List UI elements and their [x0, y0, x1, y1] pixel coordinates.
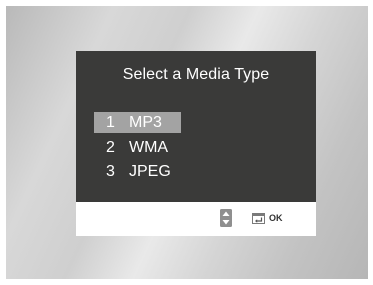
menu-item-label: MP3: [129, 114, 162, 131]
menu-item-label: WMA: [129, 139, 169, 156]
menu-item-number: 1: [106, 114, 115, 131]
tv-screen: Select a Media Type 1 MP3 2 WMA 3 JPEG O…: [6, 6, 368, 279]
menu-item-number: 3: [106, 163, 115, 180]
menu-item-label: JPEG: [129, 163, 171, 180]
menu-item-mp3[interactable]: 1 MP3: [94, 112, 181, 133]
menu-item-number: 2: [106, 139, 115, 156]
dialog-footer: OK: [76, 202, 316, 236]
media-type-dialog: Select a Media Type 1 MP3 2 WMA 3 JPEG O…: [76, 51, 316, 236]
up-down-arrows-icon: [220, 209, 232, 227]
enter-icon: [252, 213, 265, 224]
menu-item-jpeg[interactable]: 3 JPEG: [94, 161, 184, 182]
ok-label: OK: [269, 213, 283, 223]
dialog-body: Select a Media Type 1 MP3 2 WMA 3 JPEG: [76, 51, 316, 202]
menu-item-wma[interactable]: 2 WMA: [94, 137, 184, 158]
dialog-title: Select a Media Type: [122, 66, 270, 83]
